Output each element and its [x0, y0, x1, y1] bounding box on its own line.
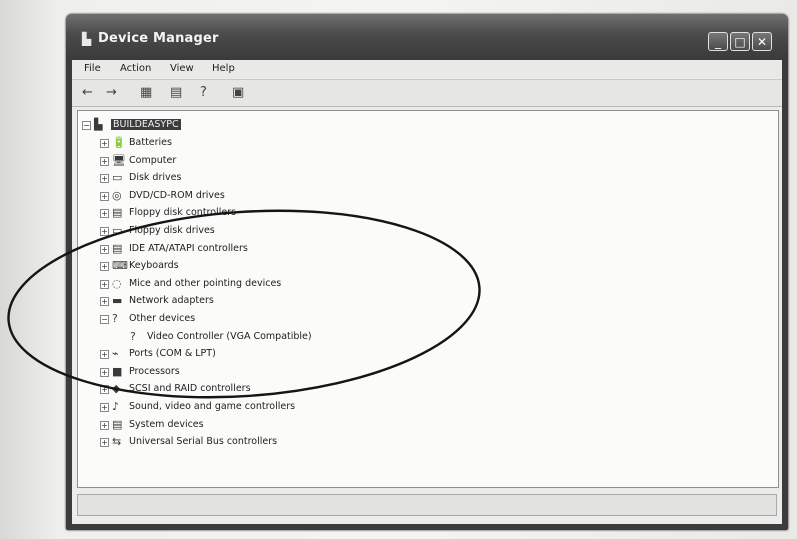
- highlight-ellipse: [7, 209, 481, 399]
- annotation-overlay: [7, 209, 481, 399]
